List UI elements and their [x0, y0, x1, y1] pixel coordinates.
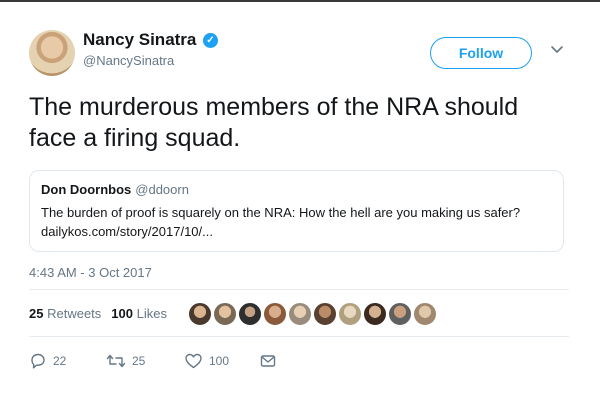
engagement-stats: 25 Retweets 100 Likes [29, 306, 167, 321]
follow-button[interactable]: Follow [430, 37, 532, 69]
liker-avatar[interactable] [363, 302, 387, 326]
quoted-tweet-name: Don Doornbos [41, 182, 132, 197]
reply-action[interactable]: 22 [29, 350, 66, 372]
tweet-timestamp[interactable]: 4:43 AM - 3 Oct 2017 [29, 265, 152, 280]
author-avatar[interactable] [29, 30, 75, 76]
liker-avatar[interactable] [413, 302, 437, 326]
liker-avatar[interactable] [288, 302, 312, 326]
verified-badge-icon: ✓ [203, 33, 218, 48]
retweets-count: 25 [29, 306, 44, 321]
quoted-tweet-author: Don Doornbos @ddoorn [41, 182, 189, 197]
retweets-stat[interactable]: 25 Retweets [29, 306, 101, 321]
direct-message-action[interactable] [259, 350, 277, 372]
like-action[interactable]: 100 [184, 350, 229, 372]
divider [29, 289, 569, 290]
likes-label: Likes [136, 306, 167, 321]
reply-count: 22 [53, 354, 67, 368]
author-display-name[interactable]: Nancy Sinatra [83, 30, 196, 50]
likes-stat[interactable]: 100 Likes [111, 306, 167, 321]
retweets-label: Retweets [47, 306, 102, 321]
heart-icon [185, 353, 202, 369]
author-handle[interactable]: @NancySinatra [83, 53, 174, 68]
retweet-count: 25 [132, 354, 146, 368]
likes-count: 100 [111, 306, 133, 321]
quoted-tweet-text: The burden of proof is squarely on the N… [41, 205, 521, 239]
quoted-tweet-card[interactable]: Don Doornbos @ddoorn The burden of proof … [29, 170, 564, 252]
like-count: 100 [209, 354, 230, 368]
chevron-down-icon[interactable] [546, 40, 568, 62]
liker-avatar[interactable] [388, 302, 412, 326]
top-border [0, 0, 600, 2]
retweet-action[interactable]: 25 [106, 350, 145, 372]
envelope-icon [260, 355, 276, 367]
liker-avatar[interactable] [188, 302, 212, 326]
tweet-text: The murderous members of the NRA should … [29, 93, 519, 152]
reply-icon [31, 353, 45, 369]
quoted-tweet-handle: @ddoorn [135, 182, 189, 197]
liker-avatar[interactable] [263, 302, 287, 326]
liker-avatar[interactable] [238, 302, 262, 326]
liker-avatar[interactable] [213, 302, 237, 326]
liker-avatar[interactable] [313, 302, 337, 326]
divider [29, 336, 569, 337]
retweet-icon [106, 354, 126, 368]
tweet-actions: 22 25 100 [29, 350, 329, 372]
liker-avatar[interactable] [338, 302, 362, 326]
